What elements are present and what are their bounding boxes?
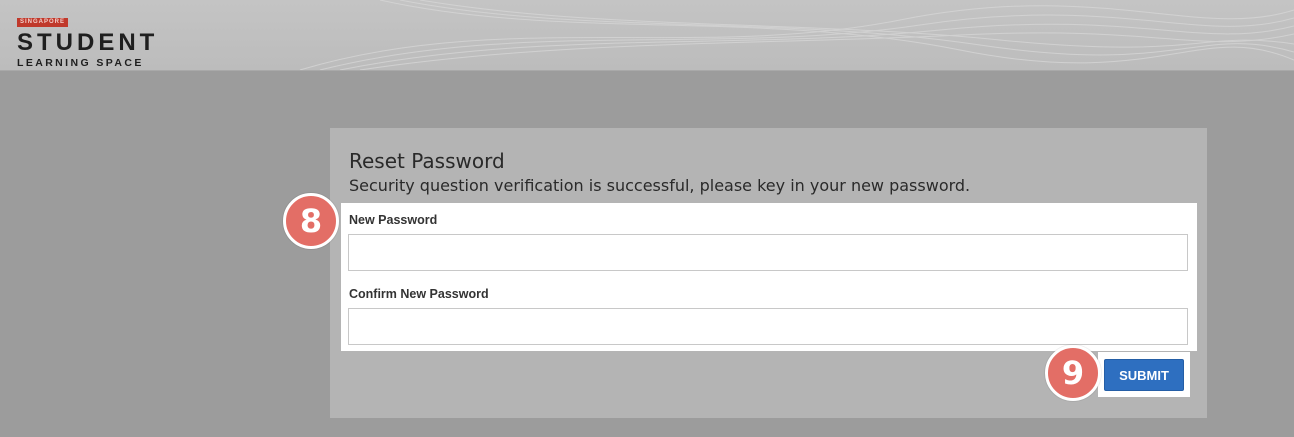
- page-title: Reset Password: [349, 149, 505, 173]
- header-wave-pattern: [299, 0, 1294, 70]
- site-header: SINGAPORE STUDENT LEARNING SPACE: [0, 0, 1294, 71]
- new-password-input[interactable]: [348, 234, 1188, 271]
- submit-button[interactable]: SUBMIT: [1104, 359, 1184, 391]
- new-password-label: New Password: [349, 213, 438, 227]
- confirm-password-input[interactable]: [348, 308, 1188, 345]
- logo-title: STUDENT: [17, 29, 159, 56]
- page-subtitle: Security question verification is succes…: [349, 176, 971, 195]
- logo-subtitle: LEARNING SPACE: [17, 57, 144, 69]
- step-badge-9: 9: [1045, 345, 1101, 401]
- logo-flag: SINGAPORE: [17, 18, 69, 27]
- step-badge-8: 8: [283, 193, 339, 249]
- student-learning-space-logo[interactable]: SINGAPORE STUDENT LEARNING SPACE: [17, 8, 158, 69]
- confirm-password-label: Confirm New Password: [349, 287, 489, 301]
